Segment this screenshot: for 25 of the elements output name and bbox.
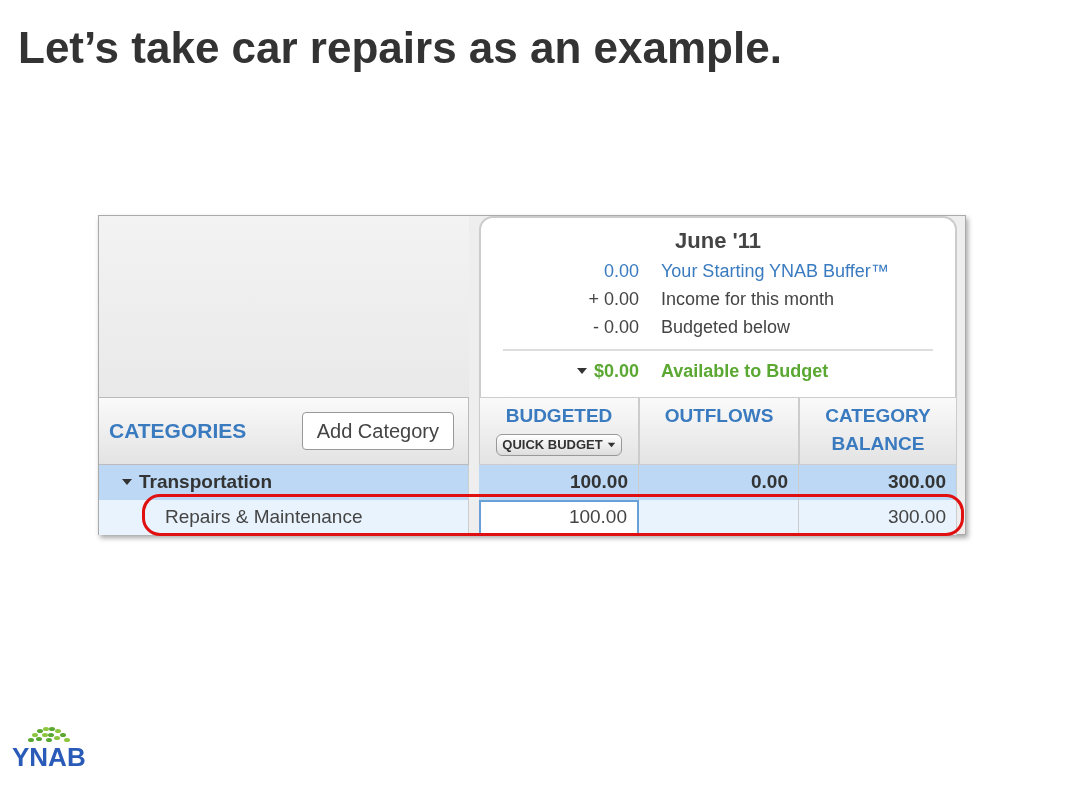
amount-cell-text: 0.00 xyxy=(751,470,788,495)
available-amount: $0.00 xyxy=(593,359,639,383)
summary-amount: + 0.00 xyxy=(587,287,639,311)
month-title: June '11 xyxy=(674,226,762,255)
caret-icon[interactable] xyxy=(575,365,588,376)
slide-title: Let’s take car repairs as an example. xyxy=(18,22,783,74)
column-header: OUTFLOWS xyxy=(664,403,774,428)
summary-label: Budgeted below xyxy=(661,315,792,339)
amount-cell-text: 300.00 xyxy=(887,470,946,495)
summary-label: Your Starting YNAB Buffer™ xyxy=(661,259,890,283)
logo-text: YNAB xyxy=(12,744,86,770)
categories-title: CATEGORIES xyxy=(109,418,247,445)
add-category-button[interactable]: Add Category xyxy=(301,411,454,450)
category-name: Repairs & Maintenance xyxy=(165,505,363,530)
column-header: CATEGORY BALANCE xyxy=(824,403,932,456)
group-name: Transportation xyxy=(139,470,272,495)
summary-amount: 0.00 xyxy=(602,259,639,283)
summary-label: Income for this month xyxy=(661,287,836,311)
caret-icon[interactable] xyxy=(606,440,616,449)
available-label: Available to Budget xyxy=(661,359,830,383)
summary-amount: - 0.00 xyxy=(591,315,639,339)
column-header: BUDGETED xyxy=(504,403,614,428)
amount-cell-text: 100.00 xyxy=(569,470,628,495)
quick-budget-button[interactable]: QUICK BUDGET xyxy=(496,433,622,456)
amount-cell-text: 300.00 xyxy=(887,505,946,530)
